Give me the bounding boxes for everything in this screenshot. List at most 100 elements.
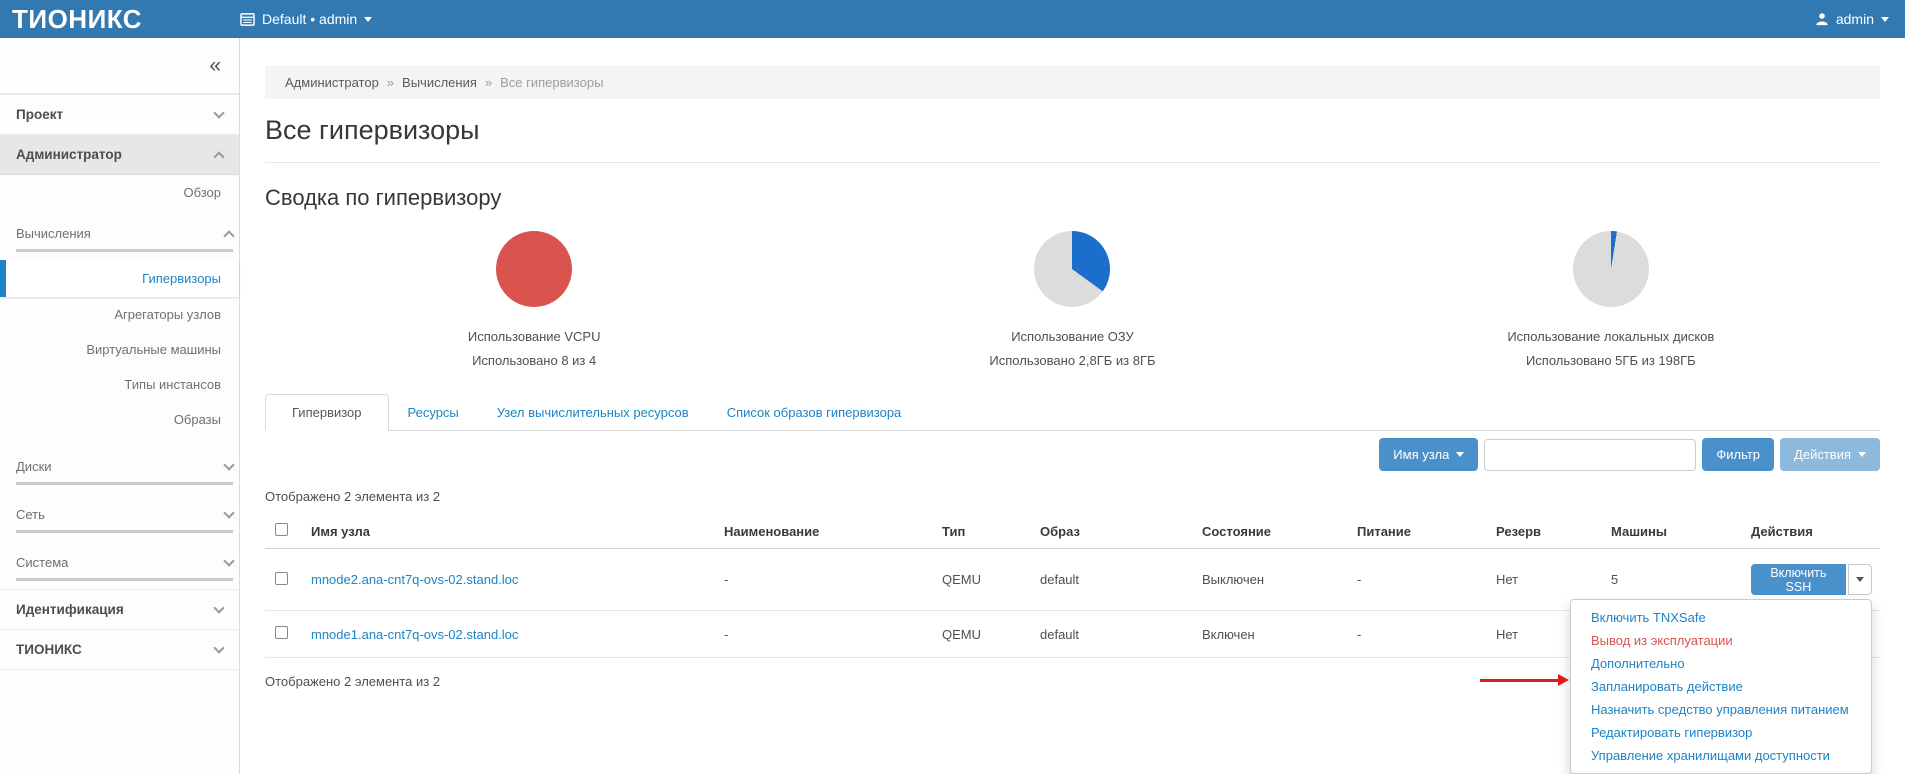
- sidebar-item-tionix[interactable]: ТИОНИКС: [0, 629, 239, 670]
- main-content: Администратор » Вычисления » Все гипервизоры…: [240, 38, 1905, 774]
- node-name-link[interactable]: mnode2.ana-cnt7q-ovs-02.stand.loc: [311, 572, 518, 587]
- sidebar-item-compute[interactable]: Вычисления: [16, 218, 233, 252]
- page-title: Все гипервизоры: [265, 115, 1880, 163]
- chevron-down-icon: [223, 507, 234, 518]
- chevron-down-icon: [1881, 17, 1889, 22]
- row-select-cell: [265, 611, 303, 658]
- column-header: Состояние: [1194, 514, 1349, 549]
- pie-chart-caption: Использовано 2,8ГБ из 8ГБ: [989, 353, 1155, 368]
- image-cell: default: [1032, 549, 1194, 611]
- sidebar: « ПроектАдминистраторОбзор Вычисления Гипе…: [0, 38, 240, 774]
- sidebar-item-host-aggregates[interactable]: Агрегаторы узлов: [0, 297, 239, 332]
- pointer-arrow: [1480, 674, 1569, 686]
- row-checkbox[interactable]: [275, 572, 288, 585]
- breadcrumb-separator: »: [485, 75, 492, 90]
- pie-chart-label: Использование VCPU: [468, 329, 601, 344]
- image-cell: default: [1032, 611, 1194, 658]
- node-name-cell: mnode2.ana-cnt7q-ovs-02.stand.loc: [303, 549, 716, 611]
- tab-resources[interactable]: Ресурсы: [389, 395, 478, 430]
- row-select-cell: [265, 549, 303, 611]
- chevron-down-icon: [223, 555, 234, 566]
- breadcrumb-separator: »: [387, 75, 394, 90]
- pie-chart-caption: Использовано 8 из 4: [472, 353, 596, 368]
- pie-chart-label: Использование локальных дисков: [1507, 329, 1714, 344]
- row-checkbox[interactable]: [275, 626, 288, 639]
- sidebar-item-label: Образы: [174, 412, 221, 427]
- chevron-down-icon: [1456, 452, 1464, 457]
- type-cell: QEMU: [934, 549, 1032, 611]
- chevron-down-icon: [213, 107, 224, 118]
- breadcrumb: Администратор»Вычисления»Все гипервизоры: [265, 66, 1880, 99]
- menu-item-assign-power-control[interactable]: Назначить средство управления питанием: [1571, 698, 1871, 721]
- menu-item-enable-tnxsafe[interactable]: Включить TNXSafe: [1571, 606, 1871, 629]
- sidebar-item-identity[interactable]: Идентификация: [0, 589, 239, 629]
- tab-compute-host[interactable]: Узел вычислительных ресурсов: [478, 395, 708, 430]
- sidebar-item-label: Типы инстансов: [124, 377, 221, 392]
- summary-title: Сводка по гипервизору: [265, 185, 1880, 211]
- user-menu[interactable]: admin: [1815, 11, 1889, 27]
- column-header: Резерв: [1488, 514, 1603, 549]
- project-list-icon: [240, 13, 255, 26]
- menu-item-additional[interactable]: Дополнительно: [1571, 652, 1871, 675]
- chevron-down-icon: [223, 459, 234, 470]
- sidebar-item-virtual-machines[interactable]: Виртуальные машины: [0, 332, 239, 367]
- sidebar-item-system[interactable]: Система: [16, 547, 233, 581]
- sidebar-nav: ПроектАдминистраторОбзор Вычисления Гиперв…: [0, 94, 239, 670]
- sidebar-item-hypervisors[interactable]: Гипервизоры: [0, 260, 239, 297]
- sidebar-header: «: [0, 38, 239, 94]
- filter-submit-button[interactable]: Фильтр: [1702, 438, 1774, 471]
- sidebar-item-instance-types[interactable]: Типы инстансов: [0, 367, 239, 402]
- select-all-checkbox[interactable]: [275, 523, 288, 536]
- sidebar-item-images[interactable]: Образы: [0, 402, 239, 437]
- sidebar-item-label: Сеть: [16, 507, 45, 522]
- tab-hypervisor[interactable]: Гипервизор: [265, 394, 389, 431]
- sidebar-item-disks[interactable]: Диски: [16, 451, 233, 485]
- user-label: admin: [1836, 11, 1874, 27]
- sidebar-item-label: Идентификация: [16, 602, 124, 617]
- node-name-link[interactable]: mnode1.ana-cnt7q-ovs-02.stand.loc: [311, 627, 518, 642]
- row-actions-toggle[interactable]: [1848, 564, 1872, 595]
- menu-item-manage-availability-storages[interactable]: Управление хранилищами доступности: [1571, 744, 1871, 767]
- sidebar-item-project[interactable]: Проект: [0, 94, 239, 134]
- pointer-arrow-shaft: [1480, 679, 1558, 682]
- enable-ssh-button[interactable]: Включить SSH: [1751, 564, 1846, 595]
- menu-item-decommission[interactable]: Вывод из эксплуатации: [1571, 629, 1871, 652]
- context-switcher[interactable]: Default • admin: [240, 11, 372, 27]
- tabs-bar: ГипервизорРесурсыУзел вычислительных рес…: [265, 394, 1880, 431]
- sidebar-item-label: ТИОНИКС: [16, 642, 82, 657]
- power-cell: -: [1349, 549, 1488, 611]
- summary-chart: Использование VCPU Использовано 8 из 4: [265, 231, 803, 368]
- sidebar-item-label: Гипервизоры: [142, 271, 221, 286]
- type-cell: QEMU: [934, 611, 1032, 658]
- sidebar-item-overview[interactable]: Обзор: [0, 175, 239, 210]
- sidebar-item-label: Диски: [16, 459, 52, 474]
- filter-field-button[interactable]: Имя узла: [1379, 438, 1478, 471]
- naming-cell: -: [716, 549, 934, 611]
- sidebar-item-network[interactable]: Сеть: [16, 499, 233, 533]
- filter-search-input[interactable]: [1484, 439, 1696, 471]
- pie-chart: [1573, 231, 1649, 307]
- hypervisors-table: Имя узлаНаименованиеТипОбразСостояниеПит…: [265, 514, 1880, 658]
- menu-item-schedule-action[interactable]: Запланировать действие: [1571, 675, 1871, 698]
- sidebar-item-administrator[interactable]: Администратор: [0, 134, 239, 175]
- chevron-up-icon: [223, 230, 234, 241]
- tab-hypervisor-images[interactable]: Список образов гипервизора: [708, 395, 921, 430]
- breadcrumb-item[interactable]: Администратор: [285, 75, 379, 90]
- chevron-up-icon: [213, 151, 224, 162]
- column-header: Питание: [1349, 514, 1488, 549]
- table-row: mnode2.ana-cnt7q-ovs-02.stand.loc-QEMUde…: [265, 549, 1880, 611]
- filter-field-label: Имя узла: [1393, 447, 1449, 462]
- brand-logo[interactable]: ТИОНИКС: [0, 0, 240, 38]
- filter-toolbar: Имя узла Фильтр Действия: [265, 438, 1880, 471]
- breadcrumb-item[interactable]: Вычисления: [402, 75, 477, 90]
- bulk-actions-button[interactable]: Действия: [1780, 438, 1880, 471]
- context-label: Default • admin: [262, 11, 357, 27]
- chevron-down-icon: [213, 642, 224, 653]
- chevron-down-icon: [1856, 577, 1864, 582]
- row-actions-group: Включить SSHВключить TNXSafeВывод из экс…: [1751, 564, 1872, 595]
- menu-item-edit-hypervisor[interactable]: Редактировать гипервизор: [1571, 721, 1871, 744]
- sidebar-collapse-button[interactable]: «: [209, 55, 221, 76]
- power-cell: -: [1349, 611, 1488, 658]
- sidebar-item-label: Агрегаторы узлов: [114, 307, 221, 322]
- state-cell: Включен: [1194, 611, 1349, 658]
